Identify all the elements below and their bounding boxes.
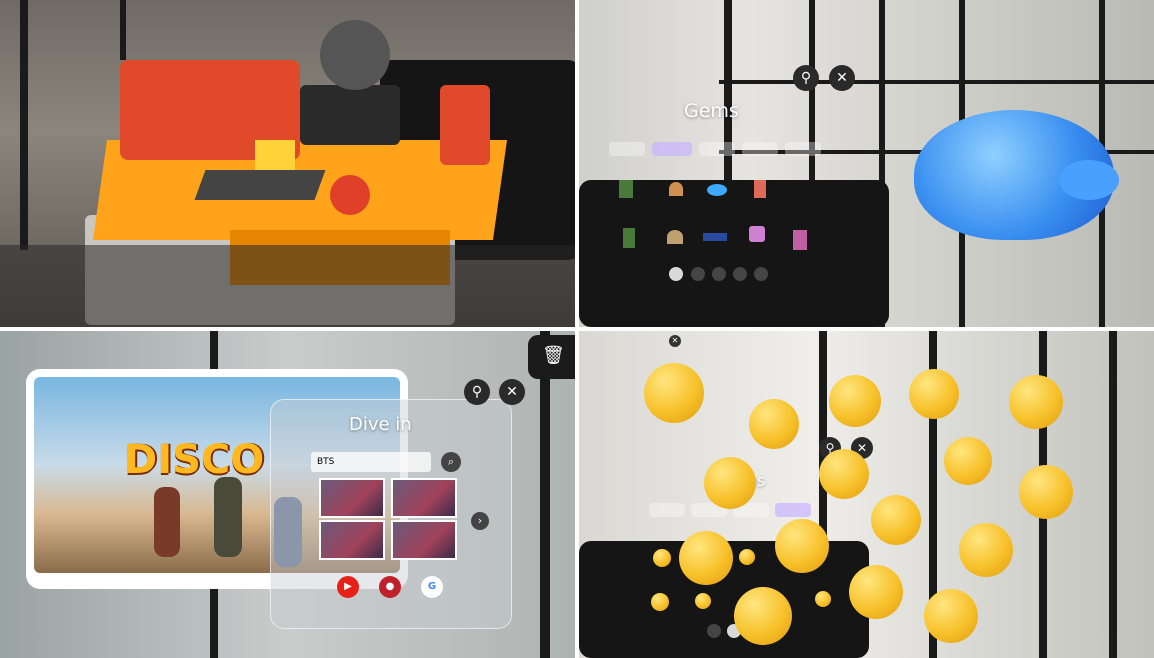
emoji-unamused[interactable]: [1019, 465, 1073, 519]
railing: [719, 80, 1154, 84]
emoji-thinking[interactable]: [679, 531, 733, 585]
category-tab[interactable]: [699, 142, 735, 156]
close-icon[interactable]: ✕: [829, 65, 855, 91]
quad-diorama-scene: [0, 0, 575, 327]
category-tab-active[interactable]: [775, 503, 811, 517]
page-dot[interactable]: [754, 267, 768, 281]
category-tab[interactable]: [609, 142, 645, 156]
gem-item-pink[interactable]: [749, 226, 765, 242]
video-thumbnail[interactable]: [319, 520, 385, 560]
page-dot[interactable]: [712, 267, 726, 281]
video-thumbnail[interactable]: [319, 478, 385, 518]
quad-gems-panel: ⚲ ✕ Gems: [579, 0, 1154, 327]
video-thumbnail[interactable]: [391, 478, 457, 518]
emoji-small[interactable]: [653, 549, 671, 567]
emoji-small[interactable]: [651, 593, 669, 611]
window-frame: [120, 0, 126, 60]
emoji-kissing[interactable]: [734, 587, 792, 645]
emoji-laughing[interactable]: [644, 363, 704, 423]
emoji-zipper-mouth[interactable]: [704, 457, 756, 509]
sofa: [579, 180, 889, 327]
window-frame: [1109, 331, 1117, 658]
page-dot[interactable]: [707, 624, 721, 638]
emoji-hearts[interactable]: [924, 589, 978, 643]
video-person: [154, 487, 180, 557]
gem-item-tree[interactable]: [623, 228, 635, 248]
emoji-dizzy[interactable]: [944, 437, 992, 485]
video-thumbnail[interactable]: [391, 520, 457, 560]
floor: [0, 245, 575, 327]
panel-title: Gems: [684, 100, 739, 122]
page-dot-active[interactable]: [669, 267, 683, 281]
rail-track: [194, 170, 326, 200]
emoji-tongue[interactable]: [819, 449, 869, 499]
emoji-squint[interactable]: [829, 375, 881, 427]
search-icon[interactable]: ⌕: [441, 452, 461, 472]
category-tab[interactable]: [649, 503, 685, 517]
gem-item-mushroom[interactable]: [667, 230, 683, 244]
page-dot[interactable]: [733, 267, 747, 281]
youtube-icon[interactable]: ▶: [337, 576, 359, 598]
pin-icon[interactable]: ⚲: [464, 379, 490, 405]
gem-item-figure[interactable]: [793, 230, 807, 250]
train-smoke: [320, 20, 390, 90]
screenshot-grid: ⚲ ✕ Gems 🗑 DISCO Dive in BTS ⌕ › ▶ ● G ⚲…: [0, 0, 1154, 658]
search-input[interactable]: BTS: [311, 452, 431, 472]
red-tent: [330, 175, 370, 215]
trash-icon[interactable]: 🗑: [542, 345, 565, 366]
close-icon[interactable]: ✕: [669, 335, 681, 347]
category-tab[interactable]: [742, 142, 778, 156]
toolbar: 🗑: [528, 335, 575, 379]
gem-item-plane[interactable]: [703, 233, 727, 241]
emoji-worried[interactable]: [775, 519, 829, 573]
train-locomotive: [300, 85, 400, 145]
emoji-money-mouth[interactable]: [1009, 375, 1063, 429]
window-frame: [540, 331, 550, 658]
panel-title: Dive in: [349, 414, 412, 435]
emoji-winking-tongue[interactable]: [959, 523, 1013, 577]
emoji-smirk[interactable]: [871, 495, 921, 545]
emoji-small[interactable]: [815, 591, 831, 607]
search-panel: Dive in BTS ⌕ › ▶ ● G: [270, 399, 512, 629]
gem-item-tree[interactable]: [619, 180, 633, 198]
channel-icon[interactable]: ●: [379, 576, 401, 598]
emoji-sleeping[interactable]: [849, 565, 903, 619]
gem-item-mushroom[interactable]: [669, 182, 683, 196]
gem-item-blue[interactable]: [707, 184, 727, 196]
emoji-nerd[interactable]: [909, 369, 959, 419]
category-tab-active[interactable]: [652, 142, 692, 156]
close-icon[interactable]: ✕: [499, 379, 525, 405]
quad-emoji-scene: ✕ ⚲ ✕ Gems: [579, 331, 1154, 658]
category-tab[interactable]: [785, 142, 821, 156]
window-frame: [20, 0, 28, 250]
page-dot[interactable]: [691, 267, 705, 281]
emoji-small[interactable]: [695, 593, 711, 609]
google-icon[interactable]: G: [421, 576, 443, 598]
video-banner: DISCO: [124, 437, 265, 483]
video-person: [214, 477, 242, 557]
emoji-small[interactable]: [739, 549, 755, 565]
chevron-right-icon[interactable]: ›: [471, 512, 489, 530]
red-rock-pillar: [440, 85, 490, 165]
turtle-head: [1059, 160, 1119, 200]
pin-icon[interactable]: ⚲: [793, 65, 819, 91]
explosion-spark: [255, 140, 295, 170]
emoji-smile[interactable]: [749, 399, 799, 449]
quad-video-panel: 🗑 DISCO Dive in BTS ⌕ › ▶ ● G ⚲ ✕: [0, 331, 575, 658]
gem-item-figure[interactable]: [754, 180, 766, 198]
